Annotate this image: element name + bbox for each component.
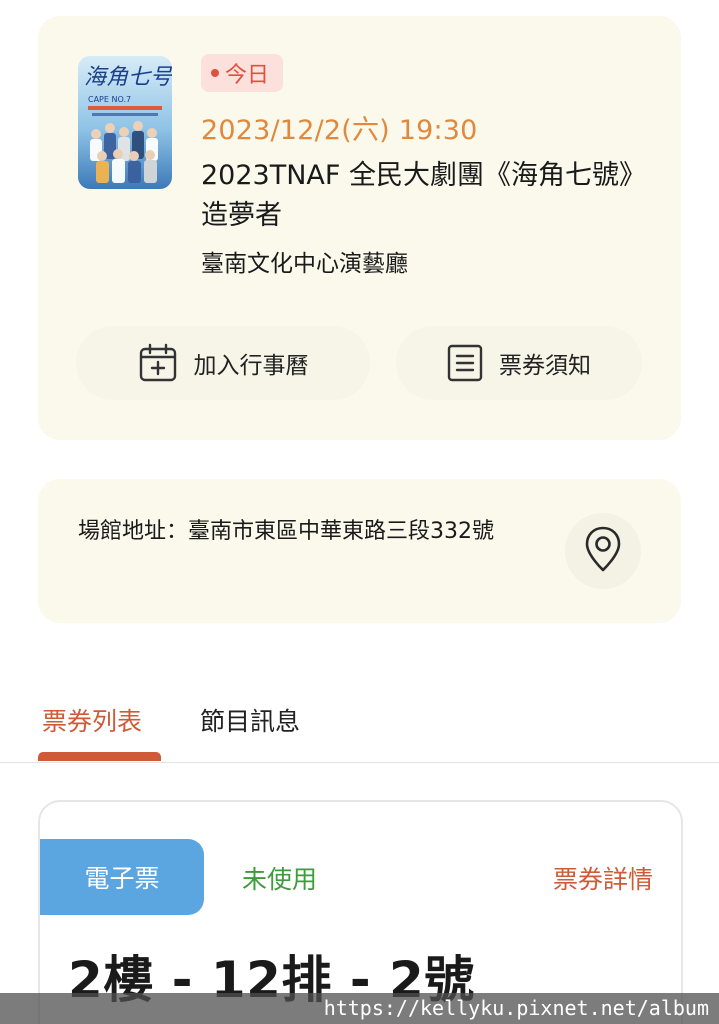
today-badge: 今日 (201, 54, 284, 92)
venue-address: 場館地址：臺南市東區中華東路三段332號 (78, 519, 494, 544)
tab-bar: 票券列表 節目訊息 (0, 680, 719, 763)
badge-dot-icon (211, 69, 219, 77)
calendar-plus-icon (138, 343, 178, 383)
document-list-icon (447, 343, 483, 383)
today-badge-label: 今日 (225, 63, 270, 88)
poster-title: 海角七号 (84, 65, 172, 90)
ticket-card[interactable]: 電子票 未使用 票券詳情 2樓 - 12排 - 2號 (38, 800, 683, 1024)
map-button[interactable] (565, 513, 641, 589)
tab-program-info[interactable]: 節目訊息 (200, 702, 300, 738)
add-to-calendar-label: 加入行事曆 (193, 353, 309, 379)
add-to-calendar-button[interactable]: 加入行事曆 (76, 326, 370, 400)
event-datetime: 2023/12/2(六) 19:30 (201, 115, 478, 146)
venue-address-card: 場館地址：臺南市東區中華東路三段332號 (38, 479, 681, 623)
map-pin-icon (583, 525, 623, 577)
event-card: 海角七号 CAPE NO.7 今日 2023/12/2(六) 19:30 202… (38, 16, 681, 440)
watermark-text: https://kellyku.pixnet.net/album (323, 996, 709, 1020)
ticket-status: 未使用 (242, 865, 318, 894)
ticket-notice-button[interactable]: 票券須知 (396, 326, 642, 400)
watermark-bar: https://kellyku.pixnet.net/album (0, 993, 719, 1024)
eticket-tag: 電子票 (40, 839, 204, 915)
ticket-detail-link[interactable]: 票券詳情 (553, 860, 653, 896)
ticket-notice-label: 票券須知 (499, 353, 591, 379)
event-title: 2023TNAF 全民大劇團《海角七號》造夢者 (201, 160, 646, 231)
event-venue: 臺南文化中心演藝廳 (201, 251, 408, 277)
poster-subtitle: CAPE NO.7 (88, 95, 131, 104)
poster-image: 海角七号 CAPE NO.7 (78, 56, 172, 189)
active-tab-indicator (38, 752, 161, 761)
event-poster: 海角七号 CAPE NO.7 (78, 56, 172, 189)
tab-ticket-list[interactable]: 票券列表 (42, 702, 142, 738)
ticket-page: 海角七号 CAPE NO.7 今日 2023/12/2(六) 19:30 202… (0, 0, 719, 1024)
